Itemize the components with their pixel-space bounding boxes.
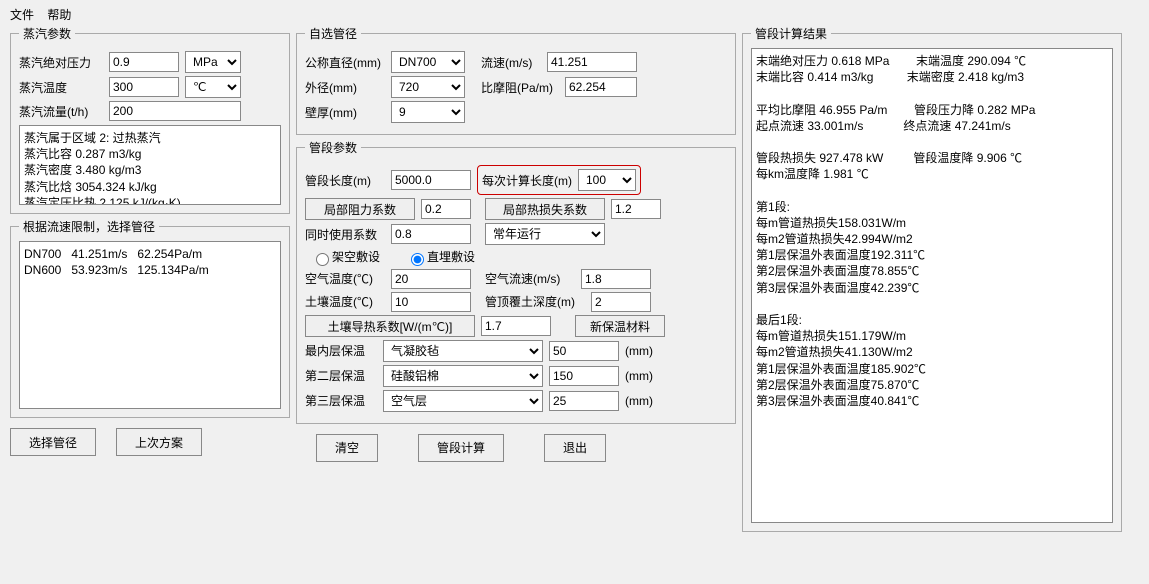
clear-button[interactable]: 清空: [316, 434, 378, 462]
simul-label: 同时使用系数: [305, 226, 385, 243]
nominal-label: 公称直径(mm): [305, 54, 385, 71]
buried-radio[interactable]: [411, 253, 424, 266]
air-vel-input[interactable]: [581, 269, 651, 289]
self-select-legend: 自选管径: [305, 25, 361, 42]
od-label: 外径(mm): [305, 79, 385, 96]
select-pipe-button[interactable]: 选择管径: [10, 428, 96, 456]
soil-cond-input[interactable]: [481, 316, 551, 336]
abs-pressure-input[interactable]: [109, 52, 179, 72]
mm-3: (mm): [625, 394, 653, 408]
buried-text: 直埋敷设: [427, 250, 475, 264]
length-input[interactable]: [391, 170, 471, 190]
friction-input[interactable]: [565, 77, 637, 97]
menu-file[interactable]: 文件: [10, 8, 34, 22]
nominal-select[interactable]: DN700: [391, 51, 465, 73]
calc-button[interactable]: 管段计算: [418, 434, 504, 462]
overhead-radio-label[interactable]: 架空敷设: [311, 248, 380, 266]
steam-info-box: 蒸汽属于区域 2: 过热蒸汽 蒸汽比容 0.287 m3/kg 蒸汽密度 3.4…: [19, 125, 281, 205]
soil-temp-label: 土壤温度(℃): [305, 293, 385, 310]
pipe-list-box[interactable]: DN700 41.251m/s 62.254Pa/m DN600 53.923m…: [19, 241, 281, 409]
cover-depth-label: 管顶覆土深度(m): [485, 293, 585, 310]
soil-temp-input[interactable]: [391, 292, 471, 312]
results-group: 管段计算结果 末端绝对压力 0.618 MPa 末端温度 290.094 ℃ 末…: [742, 25, 1122, 532]
wall-select[interactable]: 9: [391, 101, 465, 123]
calc-len-label: 每次计算长度(m): [482, 172, 572, 189]
mm-1: (mm): [625, 344, 653, 358]
local-res-input[interactable]: [421, 199, 471, 219]
last-plan-button[interactable]: 上次方案: [116, 428, 202, 456]
layer3-thk-input[interactable]: [549, 391, 619, 411]
cover-depth-input[interactable]: [591, 292, 651, 312]
run-mode-select[interactable]: 常年运行: [485, 223, 605, 245]
velocity-label: 流速(m/s): [481, 54, 541, 71]
layer3-mat-select[interactable]: 空气层: [383, 390, 543, 412]
exit-button[interactable]: 退出: [544, 434, 606, 462]
temp-label: 蒸汽温度: [19, 79, 103, 96]
air-temp-input[interactable]: [391, 269, 471, 289]
layer2-mat-select[interactable]: 硅酸铝棉: [383, 365, 543, 387]
layer2-label: 第二层保温: [305, 367, 377, 384]
friction-label: 比摩阻(Pa/m): [481, 79, 559, 96]
steam-params-group: 蒸汽参数 蒸汽绝对压力 MPa 蒸汽温度 ℃ 蒸汽流量(t/h) 蒸汽属于区域 …: [10, 25, 290, 214]
od-select[interactable]: 720: [391, 76, 465, 98]
overhead-radio[interactable]: [316, 253, 329, 266]
results-box: 末端绝对压力 0.618 MPa 末端温度 290.094 ℃ 末端比容 0.4…: [751, 48, 1113, 523]
inner-mat-select[interactable]: 气凝胶毡: [383, 340, 543, 362]
local-heat-button[interactable]: 局部热损失系数: [485, 198, 605, 220]
air-vel-label: 空气流速(m/s): [485, 270, 575, 287]
soil-cond-button[interactable]: 土壤导热系数[W/(m℃)]: [305, 315, 475, 337]
buried-radio-label[interactable]: 直埋敷设: [406, 248, 475, 266]
results-legend: 管段计算结果: [751, 25, 831, 42]
layer3-label: 第三层保温: [305, 392, 377, 409]
self-select-group: 自选管径 公称直径(mm) DN700 流速(m/s) 外径(mm) 720 比…: [296, 25, 736, 135]
wall-label: 壁厚(mm): [305, 104, 385, 121]
temp-input[interactable]: [109, 77, 179, 97]
local-heat-input[interactable]: [611, 199, 661, 219]
segment-params-group: 管段参数 管段长度(m) 每次计算长度(m) 100 局部阻力系数 局部热损失系…: [296, 139, 736, 424]
inner-thk-input[interactable]: [549, 341, 619, 361]
local-res-button[interactable]: 局部阻力系数: [305, 198, 415, 220]
length-label: 管段长度(m): [305, 172, 385, 189]
mm-2: (mm): [625, 369, 653, 383]
segment-params-legend: 管段参数: [305, 139, 361, 156]
air-temp-label: 空气温度(℃): [305, 270, 385, 287]
inner-label: 最内层保温: [305, 342, 377, 359]
calc-len-select[interactable]: 100: [578, 169, 636, 191]
new-insul-button[interactable]: 新保温材料: [575, 315, 665, 337]
overhead-text: 架空敷设: [332, 250, 380, 264]
velocity-input[interactable]: [547, 52, 637, 72]
pipe-select-legend: 根据流速限制，选择管径: [19, 218, 159, 235]
layer2-thk-input[interactable]: [549, 366, 619, 386]
abs-pressure-label: 蒸汽绝对压力: [19, 54, 103, 71]
simul-input[interactable]: [391, 224, 471, 244]
temp-unit-select[interactable]: ℃: [185, 76, 241, 98]
pipe-select-group: 根据流速限制，选择管径 DN700 41.251m/s 62.254Pa/m D…: [10, 218, 290, 418]
flow-input[interactable]: [109, 101, 241, 121]
steam-params-legend: 蒸汽参数: [19, 25, 75, 42]
pressure-unit-select[interactable]: MPa: [185, 51, 241, 73]
flow-label: 蒸汽流量(t/h): [19, 103, 103, 120]
menu-help[interactable]: 帮助: [47, 8, 71, 22]
